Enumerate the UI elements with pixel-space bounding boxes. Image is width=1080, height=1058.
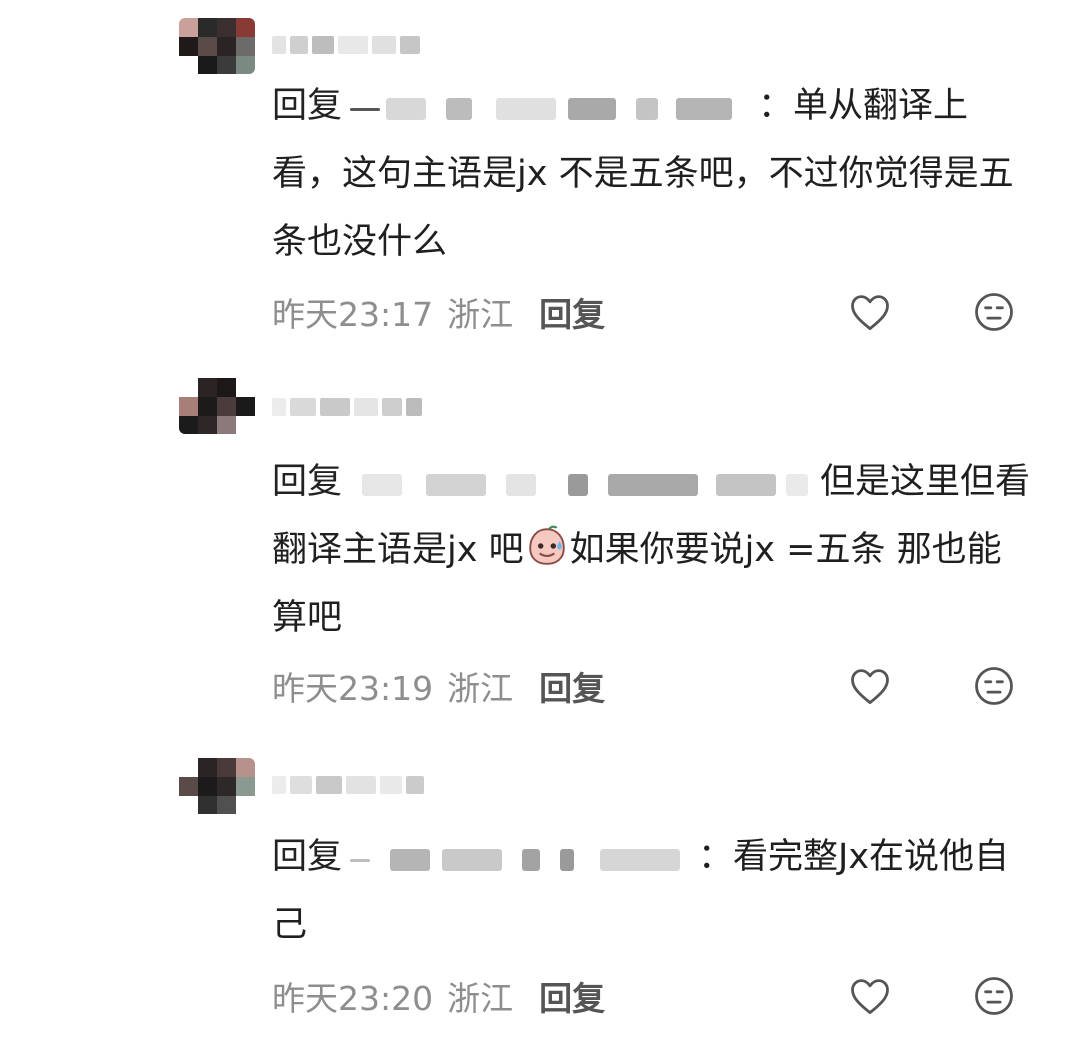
username-masked[interactable] bbox=[272, 770, 432, 800]
reply-button[interactable]: 回复 bbox=[539, 662, 605, 710]
reply-prefix: 回复 bbox=[272, 86, 343, 126]
reply-button[interactable]: 回复 bbox=[539, 288, 605, 336]
like-button[interactable] bbox=[847, 289, 893, 335]
meh-face-icon bbox=[975, 667, 1013, 705]
dislike-button[interactable] bbox=[971, 973, 1017, 1019]
comment-text: 回复 ：看完整Jx在说他自己 bbox=[272, 823, 1032, 959]
like-button[interactable] bbox=[847, 973, 893, 1019]
comment-meta: 昨天23:17 浙江 回复 bbox=[272, 288, 605, 336]
username-masked[interactable] bbox=[272, 392, 432, 422]
avatar[interactable] bbox=[179, 758, 255, 814]
comment-text: 回复 ：单从翻译上看，这句主语是jx 不是五条吧，不过你觉得是五条也没什么 bbox=[272, 72, 1032, 276]
meh-face-icon bbox=[975, 977, 1013, 1015]
username-masked[interactable] bbox=[272, 30, 432, 60]
timestamp: 昨天23:20 bbox=[272, 979, 434, 1018]
avatar[interactable] bbox=[179, 378, 255, 434]
location: 浙江 bbox=[447, 979, 514, 1018]
reply-prefix: 回复 bbox=[272, 462, 343, 502]
heart-outline-icon bbox=[851, 669, 889, 705]
comment-text: 回复 但是这里但看翻译主语是jx 吧 如果你要说jx =五条 那也能算吧 bbox=[272, 448, 1032, 652]
heart-outline-icon bbox=[851, 295, 889, 331]
location: 浙江 bbox=[447, 669, 514, 708]
location: 浙江 bbox=[447, 295, 514, 334]
reply-button[interactable]: 回复 bbox=[539, 972, 605, 1020]
dislike-button[interactable] bbox=[971, 289, 1017, 335]
reply-prefix: 回复 bbox=[272, 837, 343, 877]
masked-mention[interactable] bbox=[346, 464, 816, 502]
comment-meta: 昨天23:20 浙江 回复 bbox=[272, 972, 605, 1020]
heart-outline-icon bbox=[851, 979, 889, 1015]
masked-mention[interactable] bbox=[346, 88, 754, 126]
like-button[interactable] bbox=[847, 663, 893, 709]
timestamp: 昨天23:17 bbox=[272, 295, 434, 334]
meh-face-icon bbox=[975, 293, 1013, 331]
masked-mention[interactable] bbox=[346, 839, 694, 877]
comment-meta: 昨天23:19 浙江 回复 bbox=[272, 662, 605, 710]
dislike-button[interactable] bbox=[971, 663, 1017, 709]
sweat-smile-emoji bbox=[528, 525, 565, 565]
avatar[interactable] bbox=[179, 18, 255, 74]
timestamp: 昨天23:19 bbox=[272, 669, 434, 708]
